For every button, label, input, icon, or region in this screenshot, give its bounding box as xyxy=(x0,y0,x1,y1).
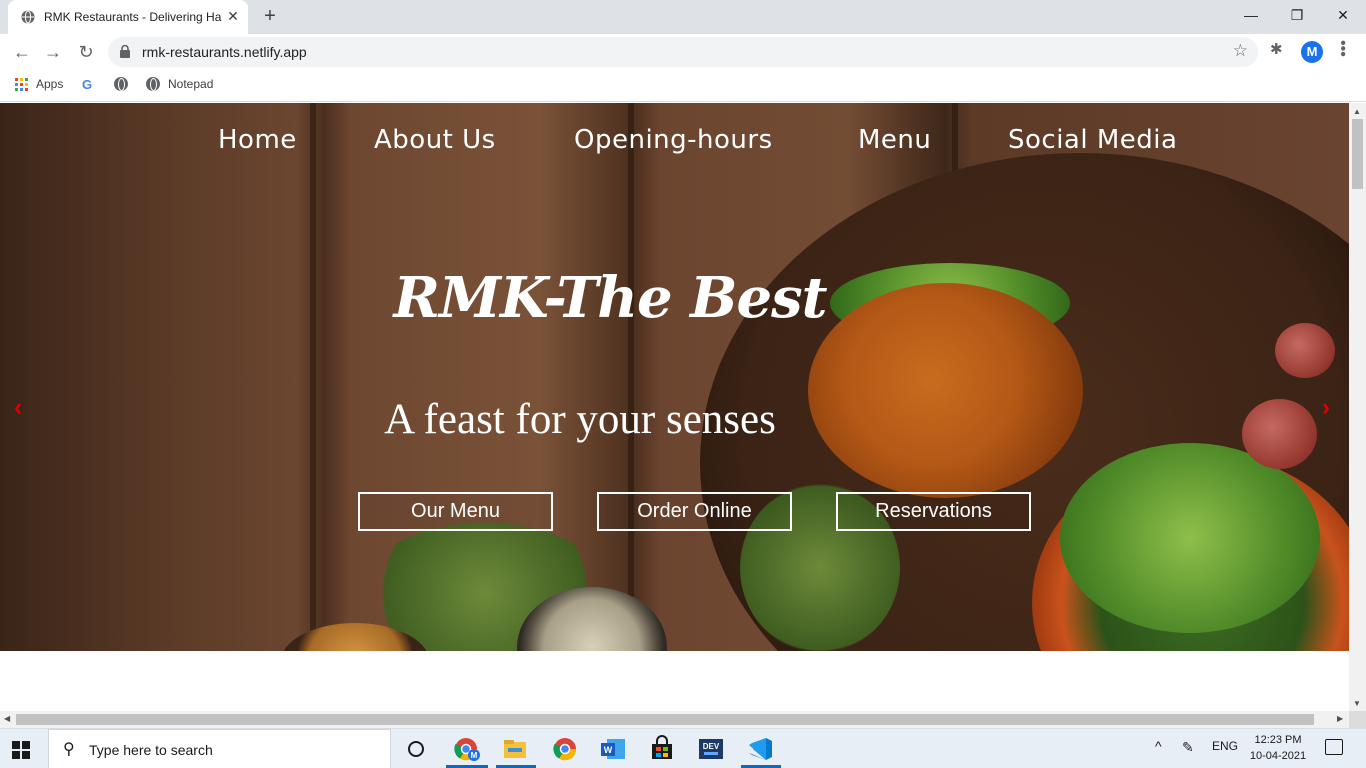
extensions-icon[interactable]: ✱ xyxy=(1270,40,1283,58)
url-text: rmk-restaurants.netlify.app xyxy=(142,44,307,60)
close-window-button[interactable]: ✕ xyxy=(1320,0,1366,30)
lock-icon xyxy=(120,45,130,58)
clock-time: 12:23 PM xyxy=(1254,734,1302,746)
tab-close-icon[interactable]: ✕ xyxy=(225,8,241,24)
bookmark-star-icon[interactable]: ☆ xyxy=(1233,41,1248,61)
nav-about-us[interactable]: About Us xyxy=(374,125,496,155)
order-online-button[interactable]: Order Online xyxy=(597,492,792,531)
scroll-down-icon[interactable]: ▼ xyxy=(1353,699,1361,708)
nav-opening-hours[interactable]: Opening-hours xyxy=(574,125,773,155)
store-icon[interactable] xyxy=(647,735,677,763)
browser-tab[interactable]: RMK Restaurants - Delivering Ha ✕ xyxy=(8,0,248,34)
svg-text:DEV: DEV xyxy=(703,742,720,751)
file-explorer-icon[interactable] xyxy=(500,735,530,763)
scroll-up-icon[interactable]: ▲ xyxy=(1353,107,1361,116)
hero-carousel: Home About Us Opening-hours Menu Social … xyxy=(0,103,1349,651)
nav-home[interactable]: Home xyxy=(218,125,297,155)
tray-chevron-icon[interactable]: ^ xyxy=(1155,738,1162,754)
globe-icon xyxy=(146,77,160,91)
tab-strip: RMK Restaurants - Delivering Ha ✕ + — ❐ … xyxy=(0,0,1366,34)
nav-menu[interactable]: Menu xyxy=(858,125,931,155)
scrollbar-corner xyxy=(1349,711,1366,728)
wood-plank-line xyxy=(628,103,634,651)
cortana-icon[interactable] xyxy=(408,741,424,757)
bookmarks-bar: Apps G Notepad xyxy=(0,70,1366,102)
search-placeholder: Type here to search xyxy=(89,742,213,758)
dev-icon[interactable]: DEV xyxy=(696,735,726,763)
bookmark-label: Notepad xyxy=(168,77,214,91)
carousel-next-icon[interactable]: › xyxy=(1322,394,1330,422)
windows-taskbar: ⚲ Type here to search M W DEV ^ ✎ ENG 12… xyxy=(0,728,1366,768)
page-viewport: Home About Us Opening-hours Menu Social … xyxy=(0,103,1349,711)
onion-image xyxy=(1242,399,1317,469)
reservations-button[interactable]: Reservations xyxy=(836,492,1031,531)
chrome-icon[interactable] xyxy=(550,735,580,763)
wood-plank-line xyxy=(310,103,316,651)
svg-text:M: M xyxy=(471,751,478,760)
tab-title: RMK Restaurants - Delivering Ha xyxy=(44,10,222,24)
browser-menu-icon[interactable]: ••• xyxy=(1334,40,1351,57)
scroll-left-icon[interactable]: ◀ xyxy=(4,714,10,723)
reload-button[interactable]: ↻ xyxy=(74,40,98,64)
our-menu-button[interactable]: Our Menu xyxy=(358,492,553,531)
browser-toolbar: ← → ↻ rmk-restaurants.netlify.app ☆ ✱ M … xyxy=(0,34,1366,70)
search-icon: ⚲ xyxy=(63,741,75,758)
back-button[interactable]: ← xyxy=(10,40,34,64)
new-tab-button[interactable]: + xyxy=(258,5,282,29)
brand-title: RMK-The Best xyxy=(393,265,828,331)
carousel-prev-icon[interactable]: ‹ xyxy=(14,394,22,422)
scrollbar-thumb[interactable] xyxy=(1352,119,1363,189)
google-icon: G xyxy=(82,77,93,92)
bookmark-google[interactable]: G xyxy=(82,77,92,92)
forward-button[interactable]: → xyxy=(41,40,65,64)
scroll-right-icon[interactable]: ▶ xyxy=(1337,714,1343,723)
scrollbar-thumb[interactable] xyxy=(16,714,1314,725)
word-icon[interactable]: W xyxy=(598,735,628,763)
profile-avatar[interactable]: M xyxy=(1301,41,1323,63)
svg-text:W: W xyxy=(604,745,613,755)
minimize-button[interactable]: — xyxy=(1228,0,1274,30)
onion-image xyxy=(1275,323,1335,378)
maximize-button[interactable]: ❐ xyxy=(1274,0,1320,30)
vertical-scrollbar[interactable]: ▲ ▼ xyxy=(1349,103,1366,711)
chrome-profile-icon[interactable]: M xyxy=(452,735,482,763)
main-nav: Home About Us Opening-hours Menu Social … xyxy=(0,125,1349,165)
globe-icon xyxy=(114,77,128,91)
clock[interactable]: 12:23 PM 10-04-2021 xyxy=(1247,732,1309,764)
bookmark-label: Apps xyxy=(36,77,64,91)
hero-tagline: A feast for your senses xyxy=(384,396,776,443)
language-indicator[interactable]: ENG xyxy=(1212,739,1238,753)
nav-social-media[interactable]: Social Media xyxy=(1008,125,1177,155)
vscode-icon[interactable] xyxy=(745,735,775,763)
address-bar[interactable]: rmk-restaurants.netlify.app ☆ xyxy=(108,37,1258,67)
bookmark-notepad[interactable]: Notepad xyxy=(146,77,213,91)
taskbar-search[interactable]: ⚲ Type here to search xyxy=(48,729,391,768)
bookmark-apps[interactable]: Apps xyxy=(15,77,63,91)
pen-icon[interactable]: ✎ xyxy=(1182,739,1194,756)
horizontal-scrollbar[interactable]: ◀ ▶ xyxy=(0,711,1349,728)
apps-grid-icon xyxy=(15,77,28,91)
notification-icon[interactable] xyxy=(1325,739,1343,755)
clock-date: 10-04-2021 xyxy=(1249,750,1307,762)
globe-icon xyxy=(21,10,35,24)
salad-leaves-image xyxy=(1060,443,1320,633)
windows-start-icon[interactable] xyxy=(12,741,30,759)
bookmark-globe[interactable] xyxy=(114,77,128,91)
